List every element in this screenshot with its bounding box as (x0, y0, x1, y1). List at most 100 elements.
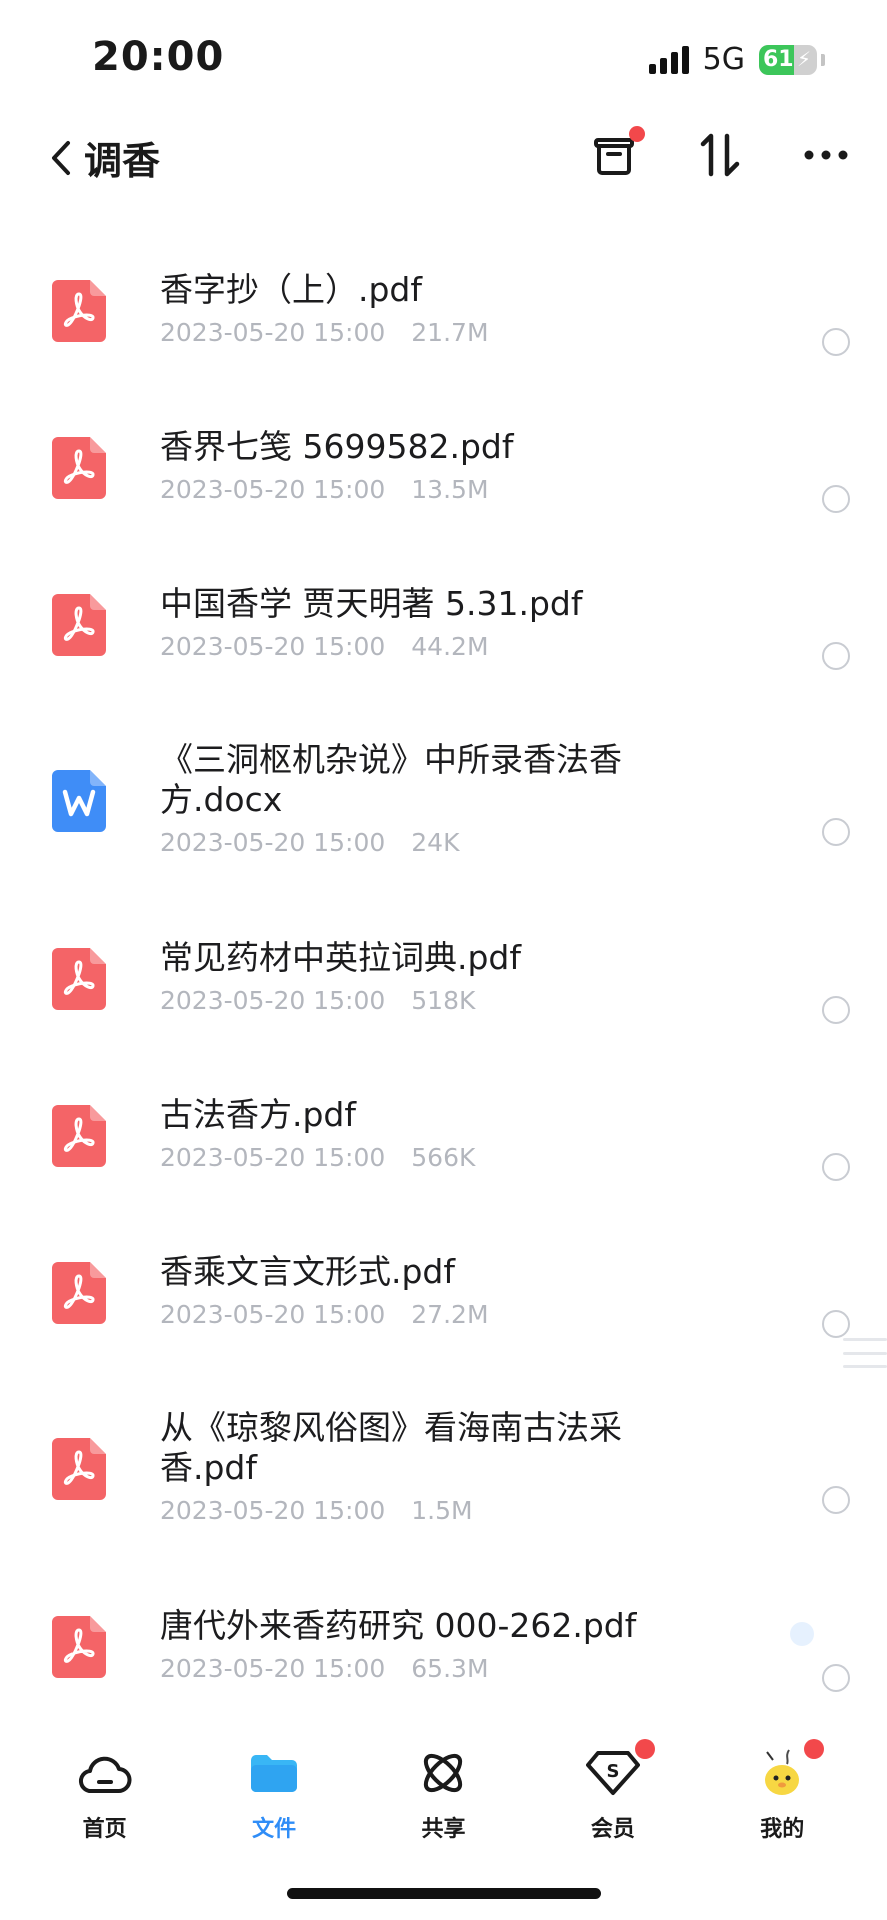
file-size: 518K (411, 986, 476, 1015)
more-icon (804, 150, 848, 160)
file-name: 《三洞枢机杂说》中所录香法香方.docx (160, 740, 622, 819)
file-size: 1.5M (411, 1496, 473, 1525)
file-meta: 2023-05-20 15:00 13.5M (160, 475, 660, 504)
battery-icon: 61 ⚡ (759, 44, 817, 75)
select-checkbox[interactable] (822, 1486, 850, 1514)
pdf-icon (52, 1105, 106, 1167)
select-checkbox[interactable] (822, 1310, 850, 1338)
file-date: 2023-05-20 15:00 (160, 828, 386, 857)
battery-cap (821, 53, 825, 66)
tab-label: 文件 (252, 1817, 297, 1842)
pdf-icon (52, 437, 106, 499)
file-name: 常见药材中英拉词典.pdf (160, 938, 522, 977)
tab-label: 共享 (421, 1817, 466, 1842)
file-name: 中国香学 贾天明著 5.31.pdf (160, 584, 583, 623)
select-checkbox[interactable] (822, 818, 850, 846)
file-date: 2023-05-20 15:00 (160, 986, 386, 1015)
pdf-icon (52, 948, 106, 1010)
charging-icon: ⚡ (796, 46, 811, 71)
file-date: 2023-05-20 15:00 (160, 1654, 386, 1683)
file-meta: 2023-05-20 15:00 24K (160, 828, 660, 857)
tab-files[interactable]: 文件 (214, 1735, 334, 1855)
file-name: 香界七笺 5699582.pdf (160, 427, 514, 466)
tab-label: 我的 (760, 1817, 805, 1842)
chevron-left-icon (52, 140, 70, 175)
avatar-icon (754, 1739, 825, 1801)
status-indicators: 5G 61 ⚡ (648, 42, 825, 77)
file-info: 香界七笺 5699582.pdf 2023-05-20 15:00 13.5M (160, 427, 660, 504)
file-meta: 2023-05-20 15:00 566K (160, 1143, 660, 1172)
file-meta: 2023-05-20 15:00 27.2M (160, 1300, 660, 1329)
file-info: 唐代外来香药研究 000-262.pdf 2023-05-20 15:00 65… (160, 1606, 660, 1683)
pdf-icon (52, 280, 106, 342)
archive-button[interactable] (587, 126, 645, 182)
file-meta: 2023-05-20 15:00 65.3M (160, 1654, 660, 1683)
file-date: 2023-05-20 15:00 (160, 632, 386, 661)
tab-me[interactable]: 我的 (722, 1735, 842, 1855)
file-name: 古法香方.pdf (160, 1095, 357, 1134)
tab-vip[interactable]: S 会员 (553, 1735, 673, 1855)
folder-icon (246, 1745, 302, 1801)
scroll-handle[interactable] (843, 1338, 887, 1368)
tab-label: 会员 (590, 1817, 635, 1842)
notification-dot (629, 126, 645, 142)
file-name: 从《琼黎风俗图》看海南古法采香.pdf (160, 1408, 622, 1487)
file-size: 44.2M (411, 632, 489, 661)
file-info: 《三洞枢机杂说》中所录香法香方.docx 2023-05-20 15:00 24… (160, 740, 660, 857)
file-meta: 2023-05-20 15:00 518K (160, 986, 660, 1015)
more-button[interactable] (799, 128, 853, 182)
docx-icon (52, 770, 106, 832)
tab-label: 首页 (82, 1817, 127, 1842)
file-size: 27.2M (411, 1300, 489, 1329)
file-meta: 2023-05-20 15:00 1.5M (160, 1496, 660, 1525)
file-info: 香字抄（上）.pdf 2023-05-20 15:00 21.7M (160, 270, 660, 347)
file-name: 香字抄（上）.pdf (160, 270, 423, 309)
select-checkbox[interactable] (822, 328, 850, 356)
tab-bar: 首页 文件 共享 S 会员 我的 (0, 1735, 887, 1855)
file-size: 566K (411, 1143, 476, 1172)
pdf-icon (52, 594, 106, 656)
svg-text:S: S (606, 1761, 619, 1782)
pdf-icon (52, 1616, 106, 1678)
notification-dot (634, 1739, 655, 1759)
file-date: 2023-05-20 15:00 (160, 1496, 386, 1525)
file-info: 古法香方.pdf 2023-05-20 15:00 566K (160, 1095, 660, 1172)
file-info: 常见药材中英拉词典.pdf 2023-05-20 15:00 518K (160, 938, 660, 1015)
file-size: 21.7M (411, 318, 489, 347)
vip-icon: S (585, 1739, 655, 1801)
file-name: 唐代外来香药研究 000-262.pdf (160, 1606, 637, 1645)
file-meta: 2023-05-20 15:00 21.7M (160, 318, 660, 347)
notification-dot (804, 1739, 825, 1759)
network-type: 5G (702, 42, 745, 77)
sort-icon (700, 133, 740, 177)
select-checkbox[interactable] (822, 1664, 850, 1692)
share-icon (415, 1745, 471, 1801)
signal-icon (648, 45, 689, 74)
file-date: 2023-05-20 15:00 (160, 318, 386, 347)
back-button[interactable]: 调香 (48, 130, 160, 185)
home-indicator[interactable] (287, 1888, 601, 1899)
tab-home[interactable]: 首页 (45, 1735, 165, 1855)
nav-actions (587, 126, 853, 182)
cloud-icon (77, 1745, 133, 1801)
file-size: 65.3M (411, 1654, 489, 1683)
select-checkbox[interactable] (822, 642, 850, 670)
pdf-icon (52, 1262, 106, 1324)
nav-bar: 调香 (0, 120, 887, 190)
page-title: 调香 (84, 139, 161, 183)
select-checkbox[interactable] (822, 485, 850, 513)
file-size: 13.5M (411, 475, 489, 504)
tab-share[interactable]: 共享 (383, 1735, 503, 1855)
status-time: 20:00 (92, 34, 225, 80)
file-date: 2023-05-20 15:00 (160, 1143, 386, 1172)
file-size: 24K (411, 828, 460, 857)
select-checkbox[interactable] (822, 996, 850, 1024)
file-date: 2023-05-20 15:00 (160, 475, 386, 504)
select-checkbox[interactable] (822, 1153, 850, 1181)
file-name: 香乘文言文形式.pdf (160, 1252, 456, 1291)
status-bar: 20:00 5G 61 ⚡ (0, 0, 887, 110)
file-meta: 2023-05-20 15:00 44.2M (160, 632, 660, 661)
touch-highlight (790, 1622, 814, 1646)
sort-button[interactable] (693, 128, 747, 182)
file-info: 中国香学 贾天明著 5.31.pdf 2023-05-20 15:00 44.2… (160, 584, 660, 661)
